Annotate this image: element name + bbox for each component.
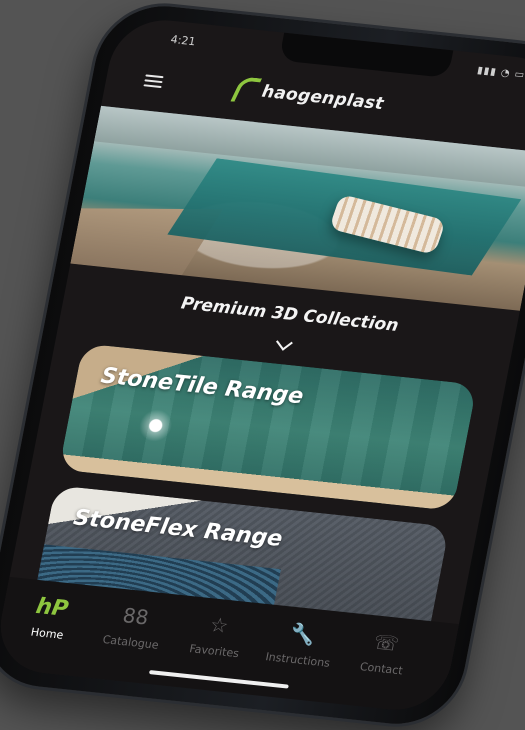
chevron-down-icon[interactable]: [275, 333, 293, 351]
tab-home[interactable]: hP Home: [6, 590, 95, 645]
tab-label: Catalogue: [101, 633, 160, 652]
brand-logo[interactable]: haogenplast: [230, 76, 386, 117]
tab-label: Favorites: [188, 642, 241, 661]
tab-label: Contact: [358, 660, 404, 678]
tab-favorites[interactable]: ☆ Favorites: [173, 607, 262, 662]
grid-icon: 88: [120, 603, 151, 630]
tab-catalogue[interactable]: 88 Catalogue: [90, 598, 179, 653]
star-icon: ☆: [208, 612, 231, 638]
hp-logo-icon: hP: [34, 593, 71, 622]
home-indicator[interactable]: [148, 670, 289, 689]
hamburger-menu-icon[interactable]: [143, 74, 164, 89]
tab-contact[interactable]: ☏ Contact: [340, 625, 429, 680]
logo-mark-icon: [230, 76, 263, 104]
card-label: StoneTile Range: [98, 363, 306, 410]
tab-label: Home: [29, 625, 65, 642]
tab-label: Instructions: [264, 650, 332, 670]
logo-text: haogenplast: [260, 81, 386, 115]
phone-icon: ☏: [371, 629, 402, 656]
app-screen: 4:21 ▮▮▮ ◔ ▭ haogenplast Premium 3D Coll…: [0, 15, 525, 715]
status-icons: ▮▮▮ ◔ ▭: [476, 65, 525, 81]
card-stonetile-range[interactable]: StoneTile Range: [58, 343, 478, 511]
phone-device: 4:21 ▮▮▮ ◔ ▭ haogenplast Premium 3D Coll…: [0, 0, 525, 730]
status-time: 4:21: [169, 32, 197, 49]
tab-instructions[interactable]: 🔧 Instructions: [257, 616, 346, 671]
card-label: StoneFlex Range: [71, 505, 285, 552]
wrench-icon: 🔧: [288, 620, 318, 647]
